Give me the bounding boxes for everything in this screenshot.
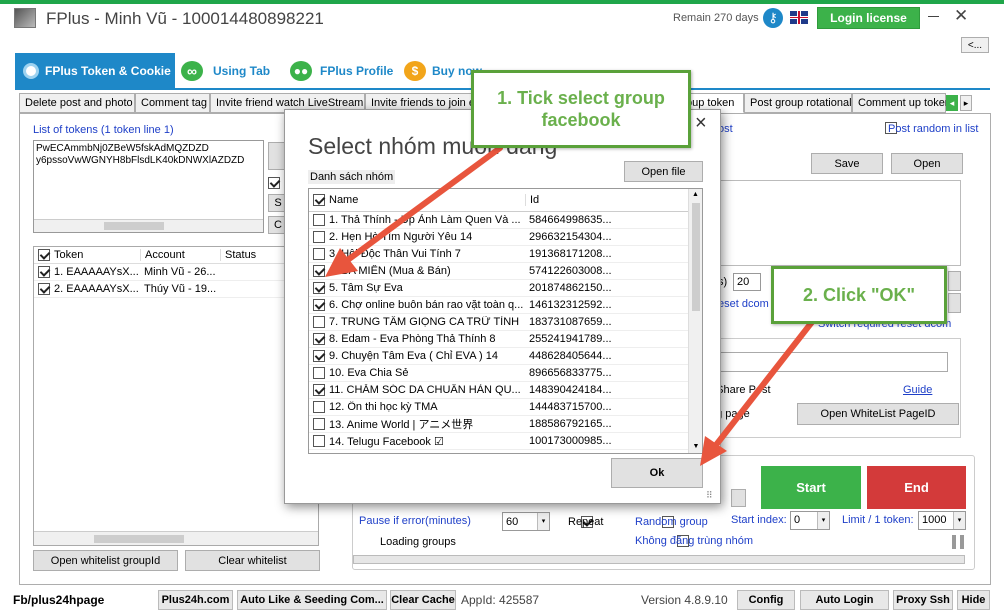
status-auto-like[interactable]: Auto Like & Seeding Com... xyxy=(237,590,387,610)
status-version: Version 4.8.9.10 xyxy=(641,593,728,607)
callout-click-ok: 2. Click "OK" xyxy=(771,266,947,324)
status-appid: AppId: 425587 xyxy=(461,593,540,607)
status-proxy-ssh[interactable]: Proxy Ssh xyxy=(893,590,953,610)
callout-tick-group: 1. Tick select group facebook xyxy=(471,70,691,148)
status-auto-login[interactable]: Auto Login xyxy=(800,590,889,610)
status-config[interactable]: Config xyxy=(737,590,795,610)
status-fb-link[interactable]: Fb/plus24hpage xyxy=(13,593,104,607)
status-clear-cache[interactable]: Clear Cache xyxy=(390,590,456,610)
status-plus24h[interactable]: Plus24h.com xyxy=(158,590,233,610)
status-hide[interactable]: Hide xyxy=(957,590,990,610)
